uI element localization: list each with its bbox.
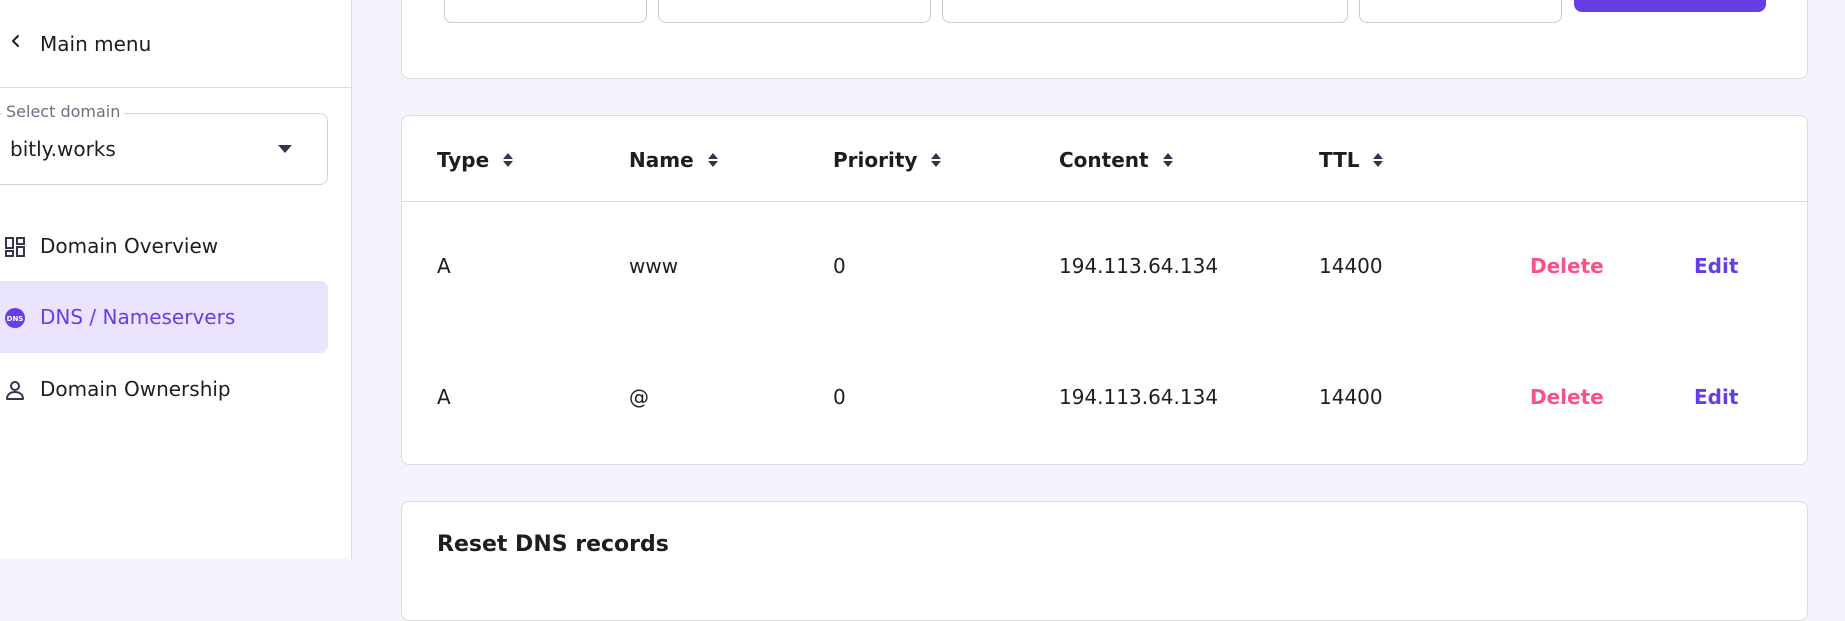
caret-down-icon[interactable]: [276, 144, 294, 154]
sort-icon[interactable]: [502, 152, 514, 168]
cell-name: www: [629, 254, 679, 278]
content-field[interactable]: [942, 0, 1348, 23]
cell-content: 194.113.64.134: [1059, 385, 1219, 409]
cell-type: A: [437, 385, 451, 409]
chevron-left-icon: [12, 35, 19, 47]
dns-icon: DNS: [5, 308, 25, 328]
column-header-name[interactable]: Name: [629, 148, 719, 172]
ttl-field[interactable]: [1359, 0, 1562, 23]
column-header-type[interactable]: Type: [437, 148, 514, 172]
sidebar-item-label: Domain Ownership: [40, 377, 231, 401]
cell-ttl: 14400: [1319, 385, 1383, 409]
select-domain-legend: Select domain: [2, 102, 125, 121]
sort-icon[interactable]: [1372, 152, 1384, 168]
delete-button[interactable]: Delete: [1530, 254, 1604, 278]
sort-icon[interactable]: [707, 152, 719, 168]
cell-priority: 0: [833, 254, 846, 278]
table-header: Type Name Priority Content TTL: [402, 116, 1807, 202]
column-header-ttl[interactable]: TTL: [1319, 148, 1384, 172]
sidebar-item-label: Domain Overview: [40, 234, 219, 258]
delete-button[interactable]: Delete: [1530, 385, 1604, 409]
table-row: A www 0 194.113.64.134 14400 Delete Edit: [402, 202, 1807, 333]
sidebar-item-domain-ownership[interactable]: Domain Ownership: [0, 353, 328, 425]
cell-priority: 0: [833, 385, 846, 409]
cell-ttl: 14400: [1319, 254, 1383, 278]
svg-text:DNS: DNS: [7, 315, 24, 323]
edit-button[interactable]: Edit: [1694, 254, 1738, 278]
table-row: A @ 0 194.113.64.134 14400 Delete Edit: [402, 333, 1807, 464]
sidebar-item-dns-nameservers[interactable]: DNS DNS / Nameservers: [0, 281, 328, 353]
cell-name: @: [629, 385, 649, 409]
reset-dns-card: Reset DNS records: [401, 501, 1808, 621]
reset-dns-title: Reset DNS records: [437, 532, 669, 557]
select-domain-value: bitly.works: [10, 137, 116, 161]
sidebar-item-label: DNS / Nameservers: [40, 305, 236, 329]
main-menu-back-button[interactable]: Main menu: [0, 0, 351, 88]
sidebar: Main menu Select domain bitly.works Doma…: [0, 0, 352, 559]
dns-records-card: Type Name Priority Content TTL A www 0 1…: [401, 115, 1808, 465]
type-field[interactable]: [444, 0, 647, 23]
grid-icon: [5, 237, 25, 257]
column-header-priority[interactable]: Priority: [833, 148, 942, 172]
main-menu-label: Main menu: [40, 32, 152, 56]
sort-icon[interactable]: [930, 152, 942, 168]
add-record-card: [401, 0, 1808, 79]
add-record-button[interactable]: [1574, 0, 1766, 12]
person-icon: [6, 381, 24, 400]
name-field[interactable]: [658, 0, 931, 23]
cell-content: 194.113.64.134: [1059, 254, 1219, 278]
column-header-content[interactable]: Content: [1059, 148, 1174, 172]
sort-icon[interactable]: [1162, 152, 1174, 168]
cell-type: A: [437, 254, 451, 278]
edit-button[interactable]: Edit: [1694, 385, 1738, 409]
sidebar-item-domain-overview[interactable]: Domain Overview: [0, 210, 328, 282]
